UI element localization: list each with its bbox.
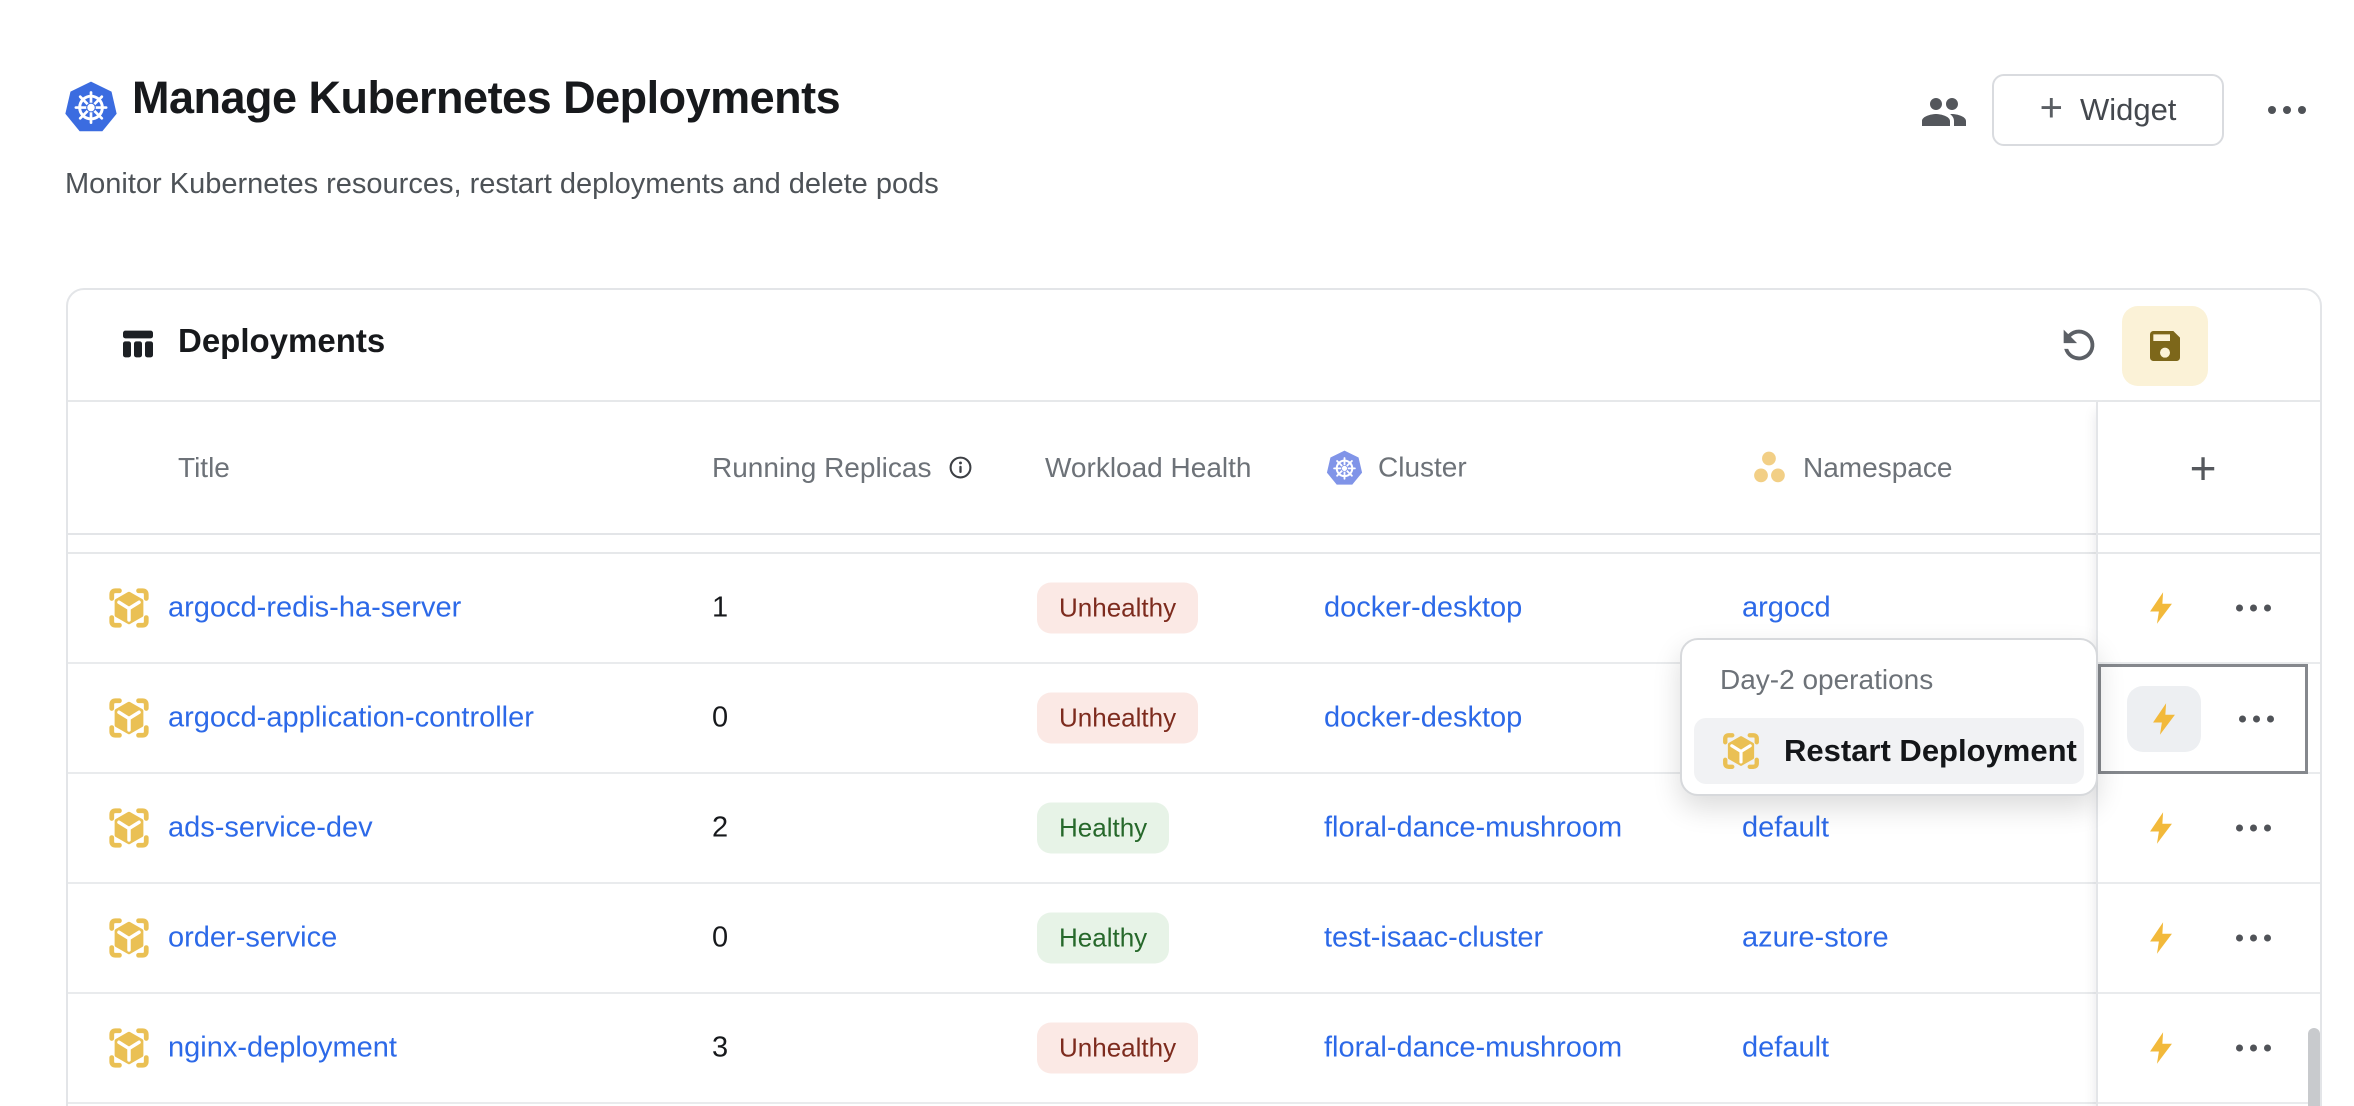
deployment-cube-icon bbox=[106, 915, 152, 961]
running-replicas-value: 3 bbox=[712, 1032, 728, 1065]
vertical-scrollbar-thumb[interactable] bbox=[2308, 1028, 2320, 1106]
day2-operations-button[interactable] bbox=[2124, 795, 2198, 861]
restart-deployment-menu-item[interactable]: Restart Deployment bbox=[1694, 718, 2084, 784]
row-actions-cell bbox=[2098, 774, 2308, 884]
column-header-running-replicas[interactable]: Running Replicas bbox=[712, 452, 973, 484]
ellipsis-icon bbox=[2268, 106, 2306, 114]
page-subtitle: Monitor Kubernetes resources, restart de… bbox=[65, 168, 939, 201]
table-header-row: Title Running Replicas Workload Health C… bbox=[68, 402, 2320, 535]
people-icon bbox=[1918, 88, 1970, 136]
column-header-title[interactable]: Title bbox=[178, 452, 230, 484]
deployment-cube-icon bbox=[106, 585, 152, 631]
deployment-title-link[interactable]: argocd-redis-ha-server bbox=[168, 592, 461, 625]
table-body: argocd-redis-ha-server 1 Unhealthy docke… bbox=[68, 535, 2320, 1104]
cluster-link[interactable]: floral-dance-mushroom bbox=[1324, 812, 1622, 845]
cluster-link[interactable]: floral-dance-mushroom bbox=[1324, 1032, 1622, 1065]
actions-column-header: + bbox=[2098, 402, 2308, 535]
namespace-link[interactable]: default bbox=[1742, 812, 1829, 845]
cluster-link[interactable]: test-isaac-cluster bbox=[1324, 922, 1543, 955]
row-actions-cell bbox=[2098, 994, 2308, 1104]
day2-operations-button[interactable] bbox=[2124, 905, 2198, 971]
ellipsis-icon bbox=[2239, 716, 2274, 723]
deployment-cube-icon bbox=[106, 695, 152, 741]
table-columns-icon bbox=[118, 324, 158, 364]
namespace-link[interactable]: azure-store bbox=[1742, 922, 1889, 955]
cluster-link[interactable]: docker-desktop bbox=[1324, 702, 1522, 735]
running-replicas-value: 0 bbox=[712, 702, 728, 735]
users-icon[interactable] bbox=[1918, 88, 1970, 136]
undo-button[interactable] bbox=[2056, 322, 2102, 368]
deployment-cube-icon bbox=[1720, 730, 1762, 772]
restart-deployment-label: Restart Deployment bbox=[1784, 733, 2077, 769]
row-actions-cell bbox=[2098, 554, 2308, 664]
scrolled-row-sliver bbox=[2098, 535, 2308, 554]
lightning-icon bbox=[2143, 1028, 2179, 1068]
row-more-menu-button[interactable] bbox=[2230, 819, 2277, 838]
scrolled-row-sliver bbox=[68, 535, 2320, 554]
running-replicas-value: 2 bbox=[712, 812, 728, 845]
widget-title: Deployments bbox=[178, 322, 385, 360]
save-button[interactable] bbox=[2122, 306, 2208, 386]
undo-icon bbox=[2056, 322, 2102, 368]
deployment-title-link[interactable]: order-service bbox=[168, 922, 337, 955]
column-header-cluster[interactable]: Cluster bbox=[1326, 449, 1467, 486]
page-more-menu-icon[interactable] bbox=[2262, 100, 2312, 120]
row-actions-cell bbox=[2098, 884, 2308, 994]
row-more-menu-button[interactable] bbox=[2230, 599, 2277, 618]
workload-health-badge: Unhealthy bbox=[1037, 693, 1198, 744]
plus-icon: + bbox=[2040, 88, 2063, 128]
running-replicas-value: 0 bbox=[712, 922, 728, 955]
namespace-icon bbox=[1752, 450, 1788, 486]
workload-health-badge: Unhealthy bbox=[1037, 1023, 1198, 1074]
ellipsis-icon bbox=[2236, 605, 2271, 612]
day2-operations-button[interactable] bbox=[2124, 1015, 2198, 1081]
save-icon bbox=[2145, 326, 2185, 366]
workload-health-badge: Healthy bbox=[1037, 803, 1169, 854]
add-column-button[interactable]: + bbox=[2184, 444, 2223, 492]
workload-health-badge: Healthy bbox=[1037, 913, 1169, 964]
day2-operations-popup: Day-2 operations Restart Deployment bbox=[1680, 638, 2098, 796]
ellipsis-icon bbox=[2236, 1045, 2271, 1052]
add-widget-label: Widget bbox=[2080, 92, 2176, 128]
column-header-namespace[interactable]: Namespace bbox=[1752, 450, 1952, 486]
row-more-menu-button[interactable] bbox=[2230, 929, 2277, 948]
widget-header: Deployments bbox=[68, 290, 2320, 402]
row-more-menu-button[interactable] bbox=[2230, 1039, 2277, 1058]
lightning-icon bbox=[2143, 918, 2179, 958]
lightning-icon bbox=[2143, 808, 2179, 848]
add-widget-button[interactable]: + Widget bbox=[1992, 74, 2224, 146]
column-header-workload-health[interactable]: Workload Health bbox=[1045, 452, 1251, 484]
row-more-menu-button[interactable] bbox=[2233, 710, 2280, 729]
namespace-link[interactable]: argocd bbox=[1742, 592, 1831, 625]
ellipsis-icon bbox=[2236, 935, 2271, 942]
page-title: Manage Kubernetes Deployments bbox=[132, 72, 840, 124]
deployment-title-link[interactable]: argocd-application-controller bbox=[168, 702, 534, 735]
table-row: nginx-deployment 3 Unhealthy floral-danc… bbox=[68, 994, 2320, 1104]
day2-operations-button[interactable] bbox=[2127, 686, 2201, 752]
popup-header: Day-2 operations bbox=[1720, 664, 1933, 696]
kubernetes-logo-icon bbox=[64, 80, 118, 134]
info-icon[interactable] bbox=[948, 455, 973, 480]
deployment-title-link[interactable]: ads-service-dev bbox=[168, 812, 373, 845]
deployment-title-link[interactable]: nginx-deployment bbox=[168, 1032, 397, 1065]
kubernetes-deployments-page: Manage Kubernetes Deployments Monitor Ku… bbox=[0, 0, 2354, 1106]
deployment-cube-icon bbox=[106, 1025, 152, 1071]
ellipsis-icon bbox=[2236, 825, 2271, 832]
lightning-icon bbox=[2146, 699, 2182, 739]
actions-column: + bbox=[2096, 402, 2308, 1106]
cluster-link[interactable]: docker-desktop bbox=[1324, 592, 1522, 625]
deployment-cube-icon bbox=[106, 805, 152, 851]
kubernetes-icon bbox=[1326, 449, 1363, 486]
namespace-link[interactable]: default bbox=[1742, 1032, 1829, 1065]
lightning-icon bbox=[2143, 588, 2179, 628]
workload-health-badge: Unhealthy bbox=[1037, 583, 1198, 634]
running-replicas-value: 1 bbox=[712, 592, 728, 625]
row-actions-cell-focused bbox=[2098, 664, 2308, 774]
day2-operations-button[interactable] bbox=[2124, 575, 2198, 641]
table-row: order-service 0 Healthy test-isaac-clust… bbox=[68, 884, 2320, 994]
